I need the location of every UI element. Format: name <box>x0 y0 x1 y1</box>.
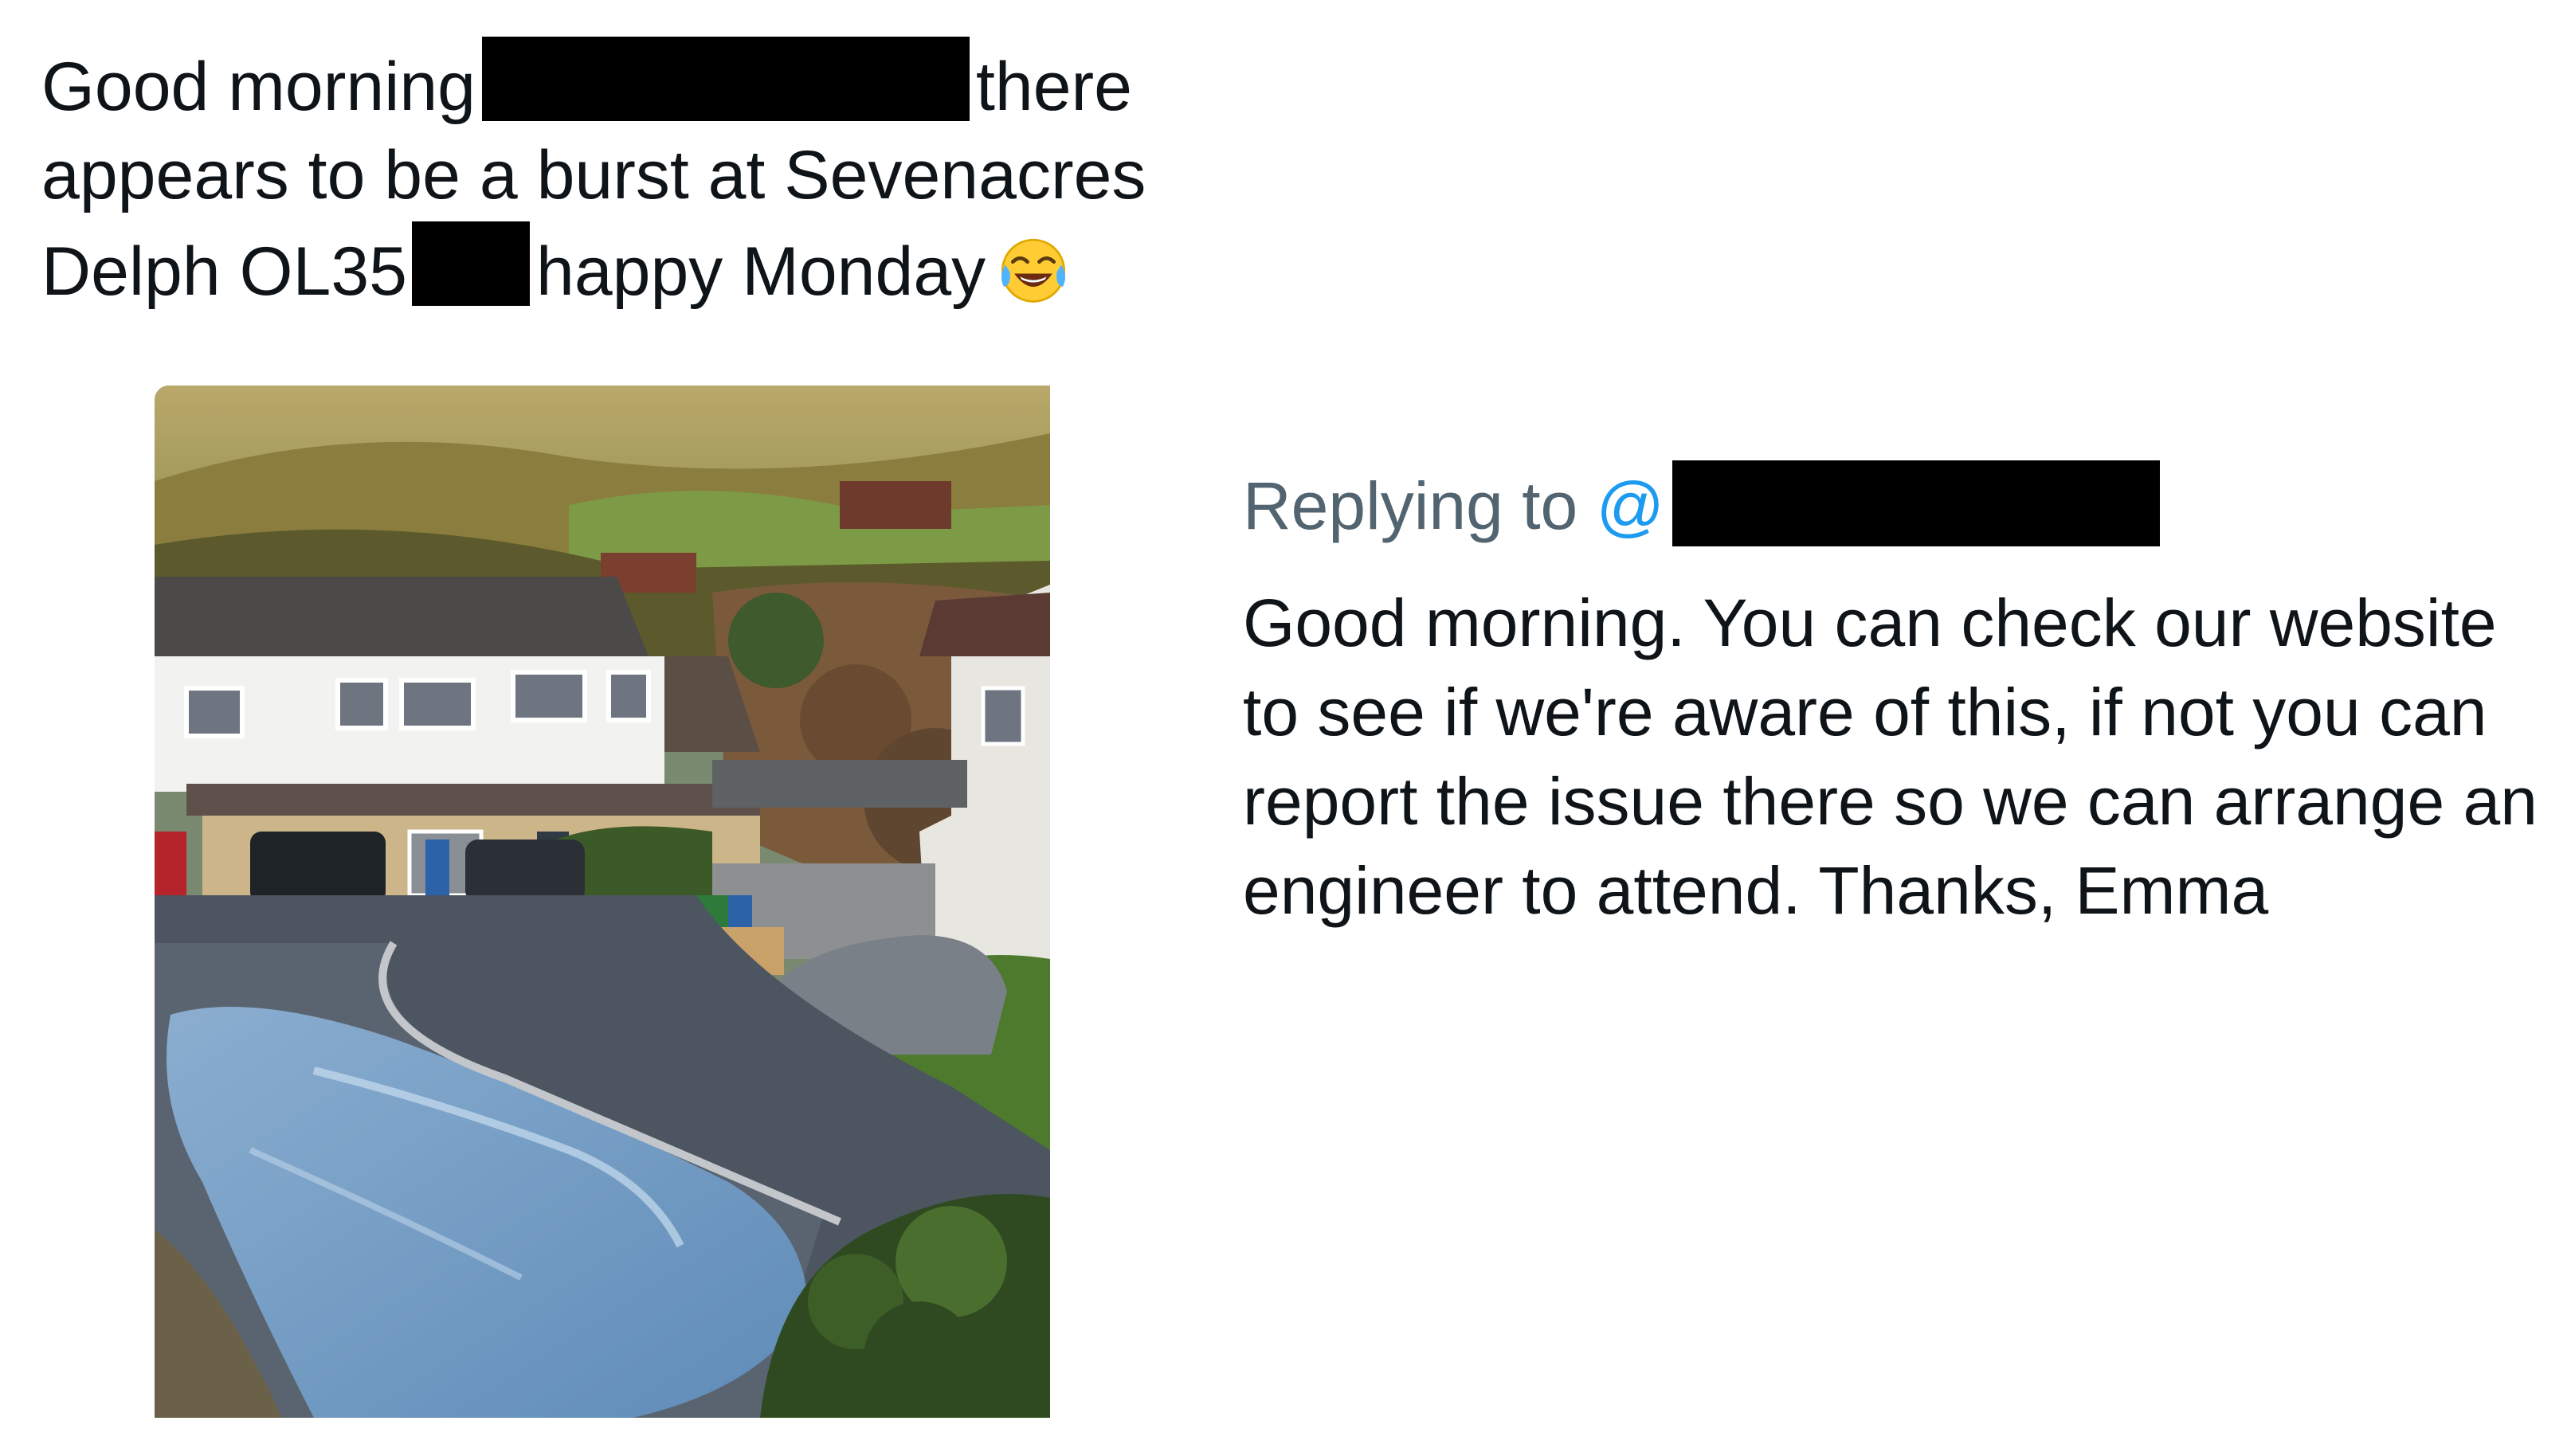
replying-to-label: Replying to <box>1243 468 1578 543</box>
redacted-name <box>481 37 970 121</box>
reply-text: Good morning. You can check our website … <box>1243 585 2538 928</box>
photo-illustration <box>155 386 1050 1418</box>
tweet-line-3-start: Delph OL35 <box>41 233 407 310</box>
tweet-line-1: Good morning there <box>41 37 1205 129</box>
tweet-line-1-start: Good morning <box>41 49 476 125</box>
original-tweet-text: Good morning there appears to be a burst … <box>41 37 1205 314</box>
tweet-line-3: Delph OL35 happy Monday <box>41 221 1205 314</box>
tears-of-joy-emoji-icon <box>997 233 1070 306</box>
redacted-handle <box>1671 460 2160 546</box>
redacted-postcode <box>411 221 530 306</box>
mention-at-symbol[interactable]: @ <box>1597 468 1664 543</box>
tweet-line-2: appears to be a burst at Sevenacres <box>41 137 1146 213</box>
replying-to-header: Replying to @ <box>1243 460 2166 546</box>
tweet-photo[interactable] <box>155 386 1050 1418</box>
tweet-line-1-end: there <box>975 49 1133 125</box>
tweet-line-3-end: happy Monday <box>535 233 986 310</box>
